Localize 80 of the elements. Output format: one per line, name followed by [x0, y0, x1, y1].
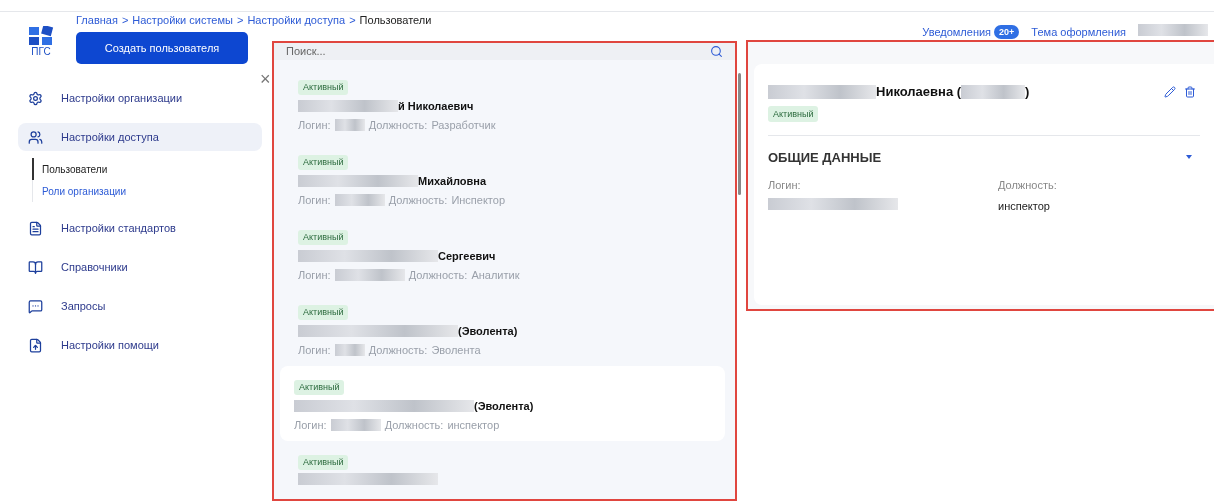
caret-icon[interactable]: [1186, 155, 1192, 160]
status-badge: Активный: [294, 379, 345, 395]
position-label: Должность:: [388, 193, 448, 208]
sidebar-item[interactable]: Настройки доступа: [18, 123, 262, 151]
user-name: Михайловна: [418, 173, 486, 189]
notifications-link[interactable]: Уведомления: [922, 24, 992, 41]
login-label: Логин:: [298, 118, 331, 133]
login-label: Логин:: [298, 268, 331, 283]
sidebar-item[interactable]: Настройки организации: [18, 84, 262, 112]
position-label: Должность:: [384, 418, 444, 433]
user-card[interactable]: Активный (Эволента) Логин: Должность: Эволента: [274, 290, 725, 366]
logo-icon: [28, 26, 54, 46]
position-value: инспектор: [447, 418, 500, 433]
delete-icon[interactable]: [1184, 85, 1196, 98]
sidebar-subitem[interactable]: Пользователи: [32, 158, 262, 180]
breadcrumb-link[interactable]: Пользователи: [359, 11, 432, 29]
status-badge: Активный: [298, 229, 349, 245]
redacted-block: [334, 119, 365, 132]
user-card[interactable]: Активный Михайловна Логин: Должность: Инспектор: [274, 140, 725, 216]
search-input[interactable]: Поиск...: [286, 43, 486, 60]
user-name: Сергеевич: [438, 248, 496, 264]
login-label: Логин:: [298, 343, 331, 358]
breadcrumb-link[interactable]: Главная: [76, 11, 118, 29]
search-field[interactable]: Поиск...: [274, 43, 735, 60]
redacted-block: [334, 269, 405, 282]
status-badge: Активный: [768, 105, 819, 122]
breadcrumb-link[interactable]: Настройки системы: [132, 11, 233, 29]
position-label: Должность:: [368, 118, 428, 133]
position-label: Должность:: [998, 178, 1058, 193]
position-value: Разработчик: [431, 118, 496, 133]
login-label: Логин:: [768, 178, 802, 193]
login-label: Логин:: [298, 193, 331, 208]
section-title: ОБЩИЕ ДАННЫЕ: [768, 148, 882, 167]
notification-count-badge: 20+: [994, 25, 1020, 40]
sidebar-item[interactable]: Настройки помощи: [18, 331, 262, 359]
redacted-block: [1138, 24, 1208, 36]
redacted-block: [961, 84, 1026, 99]
chat-icon: [28, 298, 43, 314]
edit-icon[interactable]: [1164, 85, 1176, 98]
sidebar-subitem[interactable]: Роли организации: [32, 180, 262, 202]
document-icon: [28, 220, 43, 236]
redacted-block: [334, 194, 385, 207]
breadcrumb-separator: >: [236, 12, 244, 28]
redacted-block: [334, 344, 365, 357]
user-card[interactable]: Активный: [274, 440, 725, 501]
position-value: инспектор: [998, 198, 1051, 214]
book-icon: [28, 259, 43, 275]
status-badge: Активный: [298, 79, 349, 95]
gear-icon: [28, 90, 43, 106]
close-icon[interactable]: ×: [260, 70, 271, 88]
status-badge: Активный: [298, 454, 349, 470]
theme-link[interactable]: Тема оформления: [1031, 24, 1126, 41]
user-name: й Николаевич: [398, 98, 474, 114]
login-label: Логин:: [294, 418, 327, 433]
position-label: Должность:: [368, 343, 428, 358]
position-value: Эволента: [431, 343, 481, 358]
user-card[interactable]: Активный (Эволента) Логин: Должность: инспектор: [280, 365, 725, 441]
user-name: (Эволента): [474, 398, 534, 414]
sidebar-item[interactable]: Настройки стандартов: [18, 214, 262, 242]
position-label: Должность:: [408, 268, 468, 283]
user-card[interactable]: Активный й Николаевич Логин: Должность: Разработчик: [274, 65, 725, 141]
position-value: Аналитик: [471, 268, 520, 283]
people-icon: [28, 129, 43, 145]
user-name: (Эволента): [458, 323, 518, 339]
name-bracket: ): [1025, 83, 1030, 101]
sidebar-item[interactable]: Запросы: [18, 292, 262, 320]
user-name: Николаевна (: [876, 83, 962, 101]
position-value: Инспектор: [451, 193, 506, 208]
breadcrumb-separator: >: [349, 12, 356, 28]
status-badge: Активный: [298, 154, 349, 170]
user-card[interactable]: Активный Сергеевич Логин: Должность: Аналитик: [274, 215, 725, 291]
logo-text: ПГС: [31, 46, 51, 58]
breadcrumb-separator: >: [121, 12, 129, 28]
redacted-block: [330, 419, 381, 432]
file-upload-icon: [28, 337, 43, 353]
breadcrumb-link[interactable]: Настройки доступа: [247, 11, 346, 29]
create-user-button[interactable]: Создать пользователя: [76, 32, 248, 64]
search-icon[interactable]: [710, 44, 723, 58]
status-badge: Активный: [298, 304, 349, 320]
sidebar-item[interactable]: Справочники: [18, 253, 262, 281]
